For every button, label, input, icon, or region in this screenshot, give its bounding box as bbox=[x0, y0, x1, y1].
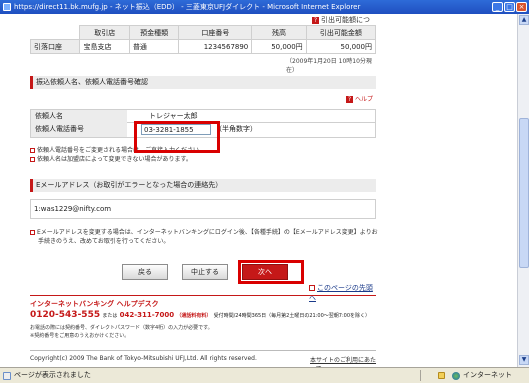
maximize-button[interactable]: □ bbox=[504, 2, 515, 12]
window-titlebar: https://direct11.bk.mufg.jp - ネット振込（EDD）… bbox=[0, 0, 529, 14]
column-header: 取引店 bbox=[79, 25, 130, 40]
window-title: https://direct11.bk.mufg.jp - ネット振込（EDD）… bbox=[14, 3, 361, 11]
account-table: 取引店 預金種類 口座番号 残高 引出可能金額 引落口座 宝島支店 普通 123… bbox=[29, 25, 377, 54]
scroll-up-icon[interactable]: ▲ bbox=[519, 15, 529, 25]
email-value: 1:was1229@nifty.com bbox=[34, 205, 112, 213]
helpdesk-note: お電話の際には契約番号、ダイレクトパスワード（数字4桁）の入力が必要です。 bbox=[30, 325, 213, 331]
to-top-link[interactable]: このページの先頭へ bbox=[309, 283, 376, 303]
account-type-cell: 普通 bbox=[128, 39, 180, 54]
back-button[interactable]: 戻る bbox=[122, 264, 168, 280]
scroll-down-icon[interactable]: ▼ bbox=[519, 355, 529, 365]
footer-divider bbox=[30, 295, 376, 296]
requester-phone-label: 依頼人電話番号 bbox=[31, 123, 127, 137]
scroll-thumb[interactable] bbox=[519, 118, 529, 268]
bullet-icon bbox=[30, 157, 35, 162]
close-button[interactable]: × bbox=[516, 2, 527, 12]
helpdesk-hours: 受付時間/24時間365日（毎月第2土曜日の21:00～翌朝7:00を除く） bbox=[213, 313, 371, 319]
column-header: 残高 bbox=[251, 25, 307, 40]
note-line: Eメールアドレスを変更する場合は、インターネットバンキングにログイン後、【各種手… bbox=[30, 227, 378, 236]
table-row: 引落口座 宝島支店 普通 1234567890 50,000円 50,000円 bbox=[29, 39, 377, 54]
help-link[interactable]: ? ヘルプ bbox=[346, 94, 373, 103]
note-line: 依頼人名は加盟店によって変更できない場合があります。 bbox=[30, 154, 192, 163]
question-icon: ? bbox=[346, 96, 353, 103]
email-section-title: Eメールアドレス（お取引がエラーとなった場合の連絡先） bbox=[30, 179, 376, 192]
branch-cell: 宝島支店 bbox=[79, 39, 130, 54]
account-number-cell: 1234567890 bbox=[178, 39, 253, 54]
balance-timestamp: （2009年1月20日 10時10分現在） bbox=[286, 58, 372, 74]
free-dial-number: 0120-543-555 bbox=[30, 310, 101, 320]
question-icon: ? bbox=[312, 16, 319, 24]
highlight-box bbox=[238, 260, 304, 284]
helpdesk-title: インターネットバンキング ヘルプデスク bbox=[30, 300, 159, 308]
column-header: 預金種類 bbox=[128, 25, 180, 40]
minimize-button[interactable]: _ bbox=[492, 2, 503, 12]
vertical-scrollbar[interactable]: ▲ ▼ bbox=[517, 14, 529, 367]
cancel-button[interactable]: 中止する bbox=[182, 264, 228, 280]
bullet-icon bbox=[30, 230, 35, 235]
copyright-text: Copyright(c) 2009 The Bank of Tokyo-Mits… bbox=[30, 355, 257, 362]
lock-icon bbox=[438, 372, 445, 379]
table-header-row: 取引店 預金種類 口座番号 残高 引出可能金額 bbox=[30, 25, 377, 40]
highlight-box bbox=[134, 121, 220, 153]
globe-icon bbox=[452, 372, 460, 380]
withdrawable-cell: 50,000円 bbox=[305, 39, 377, 54]
page-viewport: ?引出可能額について 取引店 預金種類 口座番号 残高 引出可能金額 引落口座 … bbox=[0, 14, 517, 367]
helpdesk-note: ※契約番号をご用意のうえおかけください。 bbox=[30, 333, 130, 339]
requester-name-label: 依頼人名 bbox=[31, 110, 127, 123]
requester-section-title: 振込依頼人名、依頼人電話番号確認 bbox=[30, 76, 376, 89]
window-controls: _ □ × bbox=[492, 2, 527, 12]
page-icon bbox=[3, 372, 11, 380]
balance-cell: 50,000円 bbox=[251, 39, 307, 54]
copyright-divider bbox=[30, 350, 376, 351]
status-text: ページが表示されました bbox=[14, 371, 91, 379]
paid-number: 042-311-7000 bbox=[119, 311, 175, 319]
column-header: 口座番号 bbox=[178, 25, 253, 40]
helpdesk-phones: 0120-543-555 または 042-311-7000 （通話料有料） 受付… bbox=[30, 310, 371, 320]
phone-hint: （半角数字） bbox=[215, 125, 257, 133]
ie-icon bbox=[3, 3, 11, 11]
security-zone: インターネット bbox=[463, 371, 512, 379]
bullet-icon bbox=[30, 148, 35, 153]
status-bar: ページが表示されました インターネット bbox=[0, 367, 529, 383]
note-line: 手続きのうえ、改めてお取引を行ってください。 bbox=[38, 238, 170, 245]
email-field: 1:was1229@nifty.com bbox=[30, 199, 376, 219]
arrow-up-icon bbox=[309, 285, 315, 291]
column-header: 引出可能金額 bbox=[305, 25, 377, 40]
status-separator bbox=[420, 370, 421, 381]
site-terms-link[interactable]: 本サイトのご利用にあたって bbox=[310, 355, 376, 367]
row-label: 引落口座 bbox=[29, 39, 81, 54]
